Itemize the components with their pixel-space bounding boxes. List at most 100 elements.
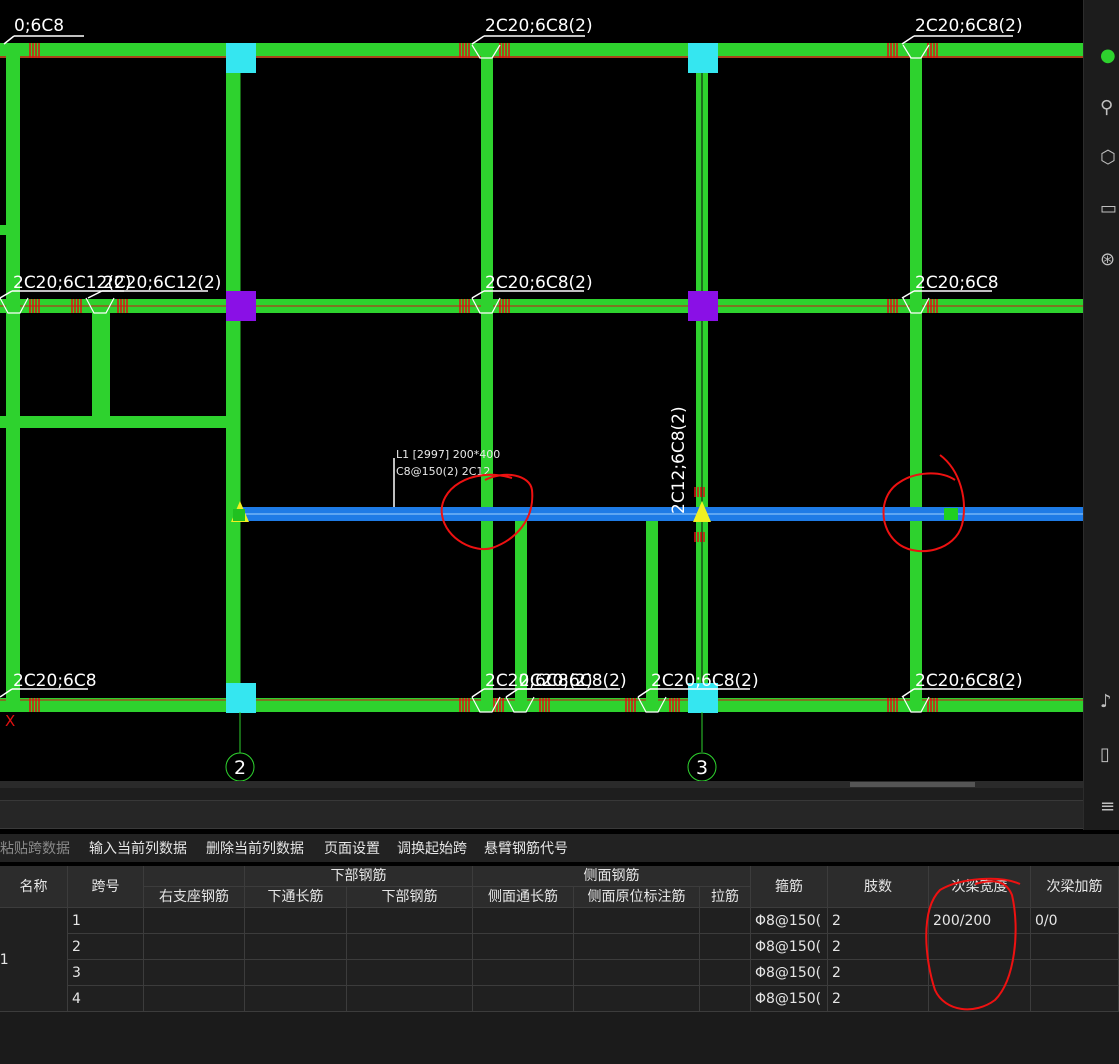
bottom-through-cell[interactable]	[245, 986, 347, 1012]
stirrup-cell[interactable]: Φ8@150(	[751, 908, 828, 934]
legs-cell[interactable]: 2	[828, 960, 929, 986]
header-stirrup: 箍筋	[751, 866, 828, 908]
beam-left-secondary[interactable]	[0, 416, 232, 428]
column-mid-3[interactable]	[688, 291, 718, 321]
stirrup-cell[interactable]: Φ8@150(	[751, 986, 828, 1012]
menu-icon[interactable]: ≡	[1100, 797, 1119, 817]
floor-plan-drawing[interactable]: 0;6C8 2C20;6C8(2) 2C20;6C8(2) 2C20;6C12(…	[0, 0, 1083, 781]
beam-label-bot-right: 2C20;6C8(2)	[915, 671, 1023, 691]
right-sidebar: ● ⚲ ⬡ ▭ ⊛ ♪ ▯ ≡	[1083, 0, 1119, 830]
side-through-cell[interactable]	[473, 934, 574, 960]
column-mid-2[interactable]	[226, 291, 256, 321]
beam-label-mid-right: 2C20;6C8	[915, 273, 999, 293]
side-inplace-cell[interactable]	[574, 986, 700, 1012]
span-no-cell[interactable]: 4	[68, 986, 144, 1012]
legs-cell[interactable]: 2	[828, 908, 929, 934]
column-bot-2[interactable]	[226, 683, 256, 713]
side-through-cell[interactable]	[473, 908, 574, 934]
beam-left-vertical-stub[interactable]	[92, 313, 110, 418]
bottom-through-cell[interactable]	[245, 960, 347, 986]
header-side-group: 侧面钢筋	[473, 866, 751, 887]
beam-label-top-right: 2C20;6C8(2)	[915, 16, 1023, 36]
right-support-cell[interactable]	[144, 934, 245, 960]
bottom-bar-cell[interactable]	[347, 960, 473, 986]
side-inplace-cell[interactable]	[574, 934, 700, 960]
bottom-bar-cell[interactable]	[347, 934, 473, 960]
delete-column-data-button[interactable]: 删除当前列数据	[206, 838, 304, 858]
bottom-bar-cell[interactable]	[347, 908, 473, 934]
tie-cell[interactable]	[700, 908, 751, 934]
header-right-support: 右支座钢筋	[144, 887, 245, 908]
secondary-width-cell[interactable]	[929, 934, 1031, 960]
header-secondary-rebar: 次梁加筋	[1031, 866, 1119, 908]
input-column-data-button[interactable]: 输入当前列数据	[89, 838, 187, 858]
header-secondary-width: 次梁宽度	[929, 866, 1031, 908]
settings-icon[interactable]: ⊛	[1100, 250, 1119, 270]
beam-label-bot-left: 2C20;6C8	[13, 671, 97, 691]
origin-x-mark: X	[5, 712, 15, 730]
cube-icon[interactable]: ⬡	[1100, 148, 1119, 168]
right-support-cell[interactable]	[144, 986, 245, 1012]
header-bottom-group: 下部钢筋	[245, 866, 473, 887]
horizontal-scrollbar[interactable]	[0, 781, 1083, 788]
tie-cell[interactable]	[700, 986, 751, 1012]
panel-tabs-strip	[0, 801, 1083, 829]
legs-cell[interactable]: 2	[828, 986, 929, 1012]
stirrup-cell[interactable]: Φ8@150(	[751, 934, 828, 960]
cad-drawing-canvas[interactable]: 0;6C8 2C20;6C8(2) 2C20;6C8(2) 2C20;6C12(…	[0, 0, 1083, 781]
side-through-cell[interactable]	[473, 960, 574, 986]
paste-span-data-button[interactable]: 粘贴跨数据	[0, 838, 70, 858]
span-no-cell[interactable]: 1	[68, 908, 144, 934]
bottom-through-cell[interactable]	[245, 908, 347, 934]
secondary-rebar-cell[interactable]	[1031, 934, 1119, 960]
scrollbar-thumb[interactable]	[850, 782, 975, 787]
tie-cell[interactable]	[700, 934, 751, 960]
beam-label-top-left: 0;6C8	[14, 16, 64, 36]
header-legs: 肢数	[828, 866, 929, 908]
user-icon[interactable]: ⚲	[1100, 98, 1119, 118]
right-support-cell[interactable]	[144, 908, 245, 934]
stirrup-cell[interactable]: Φ8@150(	[751, 960, 828, 986]
column-top-2[interactable]	[226, 43, 256, 73]
secondary-rebar-cell[interactable]	[1031, 986, 1119, 1012]
side-inplace-cell[interactable]	[574, 960, 700, 986]
beam-label-top-mid: 2C20;6C8(2)	[485, 16, 593, 36]
column-top-3[interactable]	[688, 43, 718, 73]
beam-v-axis2[interactable]	[226, 43, 240, 712]
tablet-icon[interactable]: ▯	[1100, 745, 1119, 765]
support-marker-right[interactable]	[944, 508, 958, 520]
tie-cell[interactable]	[700, 960, 751, 986]
v-marks	[0, 44, 930, 713]
music-icon[interactable]: ♪	[1100, 692, 1119, 712]
beam-label-bot-mid-c: 2C20;6C8(2)	[651, 671, 759, 691]
secondary-rebar-cell[interactable]	[1031, 960, 1119, 986]
l1-annotation-line1: L1 [2997] 200*400	[396, 448, 500, 461]
beam-v-left[interactable]	[6, 43, 20, 712]
bottom-through-cell[interactable]	[245, 934, 347, 960]
cantilever-code-button[interactable]: 悬臂钢筋代号	[484, 838, 568, 858]
page-setup-button[interactable]: 页面设置	[324, 838, 380, 858]
beam-v-mid1[interactable]	[481, 43, 493, 712]
legs-cell[interactable]: 2	[828, 934, 929, 960]
secondary-width-cell[interactable]	[929, 960, 1031, 986]
header-blank-top	[144, 866, 245, 887]
swap-start-span-button[interactable]: 调换起始跨	[397, 838, 467, 858]
secondary-width-cell[interactable]	[929, 986, 1031, 1012]
beam-v-right[interactable]	[910, 43, 922, 712]
beam-label-bot-mid-b: 2C20;6C8(2)	[519, 671, 627, 691]
status-strip	[0, 788, 1083, 801]
chat-icon[interactable]: ●	[1100, 46, 1119, 66]
secondary-width-cell[interactable]: 200/200	[929, 908, 1031, 934]
span-no-cell[interactable]: 2	[68, 934, 144, 960]
right-support-cell[interactable]	[144, 960, 245, 986]
header-side-through: 侧面通长筋	[473, 887, 574, 908]
bottom-bar-cell[interactable]	[347, 986, 473, 1012]
side-inplace-cell[interactable]	[574, 908, 700, 934]
folder-icon[interactable]: ▭	[1100, 199, 1119, 219]
axis-label-3: 3	[696, 757, 708, 779]
secondary-rebar-cell[interactable]: 0/0	[1031, 908, 1119, 934]
beam-name-cell[interactable]: L1	[0, 908, 68, 1012]
header-tie: 拉筋	[700, 887, 751, 908]
span-no-cell[interactable]: 3	[68, 960, 144, 986]
side-through-cell[interactable]	[473, 986, 574, 1012]
